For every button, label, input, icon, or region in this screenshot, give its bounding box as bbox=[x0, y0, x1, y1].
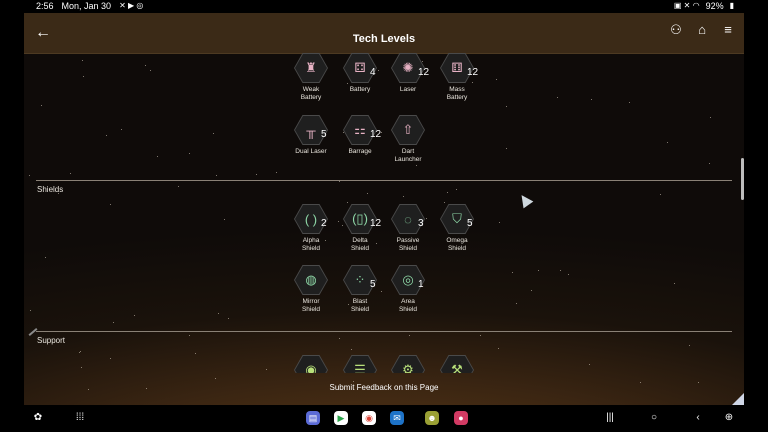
system-status-bar: 2:56 Mon, Jan 30 ✕ ▶ ◎ ▣ ✕ ◠ 92% ▮ bbox=[0, 0, 768, 13]
tech-tile[interactable]: ⚅ 12 Mass Battery bbox=[427, 53, 487, 102]
battery-icon: ▮ bbox=[729, 1, 734, 10]
support-tech-icon: ⚙ bbox=[402, 362, 414, 373]
system-nav-bar: ✿ ⁞⁞⁞ ▤ ▶ ◉ ✉ ☻ ● ||| ○ ‹ ⊕ bbox=[0, 405, 768, 432]
tech-level-count: 12 bbox=[467, 67, 479, 78]
date: Mon, Jan 30 bbox=[61, 1, 112, 11]
tech-level-count: 3 bbox=[418, 218, 424, 229]
app-icon-1[interactable]: ▤ bbox=[306, 411, 320, 425]
section-divider bbox=[36, 180, 732, 181]
section-divider bbox=[36, 331, 732, 332]
screen-recorder-icon[interactable]: ● bbox=[454, 411, 468, 425]
tech-name: Mass Battery bbox=[446, 86, 468, 101]
page-title: Tech Levels bbox=[352, 33, 416, 45]
battery-level: 92% bbox=[705, 1, 724, 11]
tech-level-count: 5 bbox=[467, 218, 473, 229]
back-button-icon[interactable]: ‹ bbox=[691, 411, 705, 425]
dart-launcher-icon: ⇧ bbox=[402, 122, 414, 137]
tech-level-count: 4 bbox=[370, 67, 376, 78]
recent-apps-icon[interactable]: ||| bbox=[603, 411, 617, 425]
tech-level-count: 1 bbox=[418, 279, 424, 290]
menu-icon[interactable]: ≡ bbox=[720, 22, 736, 38]
tech-levels-content: ♜ Weak Battery ⚃ 4 Battery ✺ 12 Laser ⚅ … bbox=[24, 53, 744, 405]
scrollbar-thumb[interactable] bbox=[741, 158, 744, 200]
system-icons: ▣ ✕ ◠ bbox=[673, 1, 700, 10]
feedback-link[interactable]: Submit Feedback on this Page bbox=[24, 383, 744, 392]
chrome-icon[interactable]: ◉ bbox=[362, 411, 376, 425]
game-app-icon[interactable]: ☻ bbox=[425, 411, 439, 425]
tech-level-count: 5 bbox=[321, 129, 327, 140]
tech-name: Dart Launcher bbox=[394, 148, 422, 163]
support-tech-icon: ☰ bbox=[354, 362, 366, 373]
section-title-shields: Shields bbox=[37, 185, 64, 194]
tech-level-count: 5 bbox=[370, 279, 376, 290]
app-bar: ← Tech Levels ⚇ ⌂ ≡ bbox=[24, 13, 744, 54]
outlook-icon[interactable]: ✉ bbox=[390, 411, 404, 425]
clock: 2:56 bbox=[36, 1, 54, 11]
notification-icons: ✕ ▶ ◎ bbox=[119, 1, 144, 10]
tech-tile[interactable]: ◎ 1 Area Shield bbox=[378, 265, 438, 314]
account-icon[interactable]: ⚇ bbox=[668, 22, 684, 38]
accessibility-icon[interactable]: ⊕ bbox=[722, 411, 736, 425]
tech-tile[interactable]: ⚒ bbox=[427, 355, 487, 373]
mirror-shield-icon: ◍ bbox=[305, 272, 317, 287]
support-tech-icon: ◉ bbox=[305, 362, 317, 373]
apps-edge-icon[interactable]: ✿ bbox=[31, 411, 45, 425]
mouse-cursor-icon bbox=[516, 191, 534, 209]
home-button-icon[interactable]: ○ bbox=[647, 411, 661, 425]
tech-name: Area Shield bbox=[398, 298, 418, 313]
edge-handle-icon[interactable] bbox=[28, 328, 38, 336]
home-icon[interactable]: ⌂ bbox=[694, 22, 710, 38]
app-window: ← Tech Levels ⚇ ⌂ ≡ ♜ Weak Battery ⚃ 4 B… bbox=[24, 13, 744, 405]
tech-tile[interactable]: ⇧ Dart Launcher bbox=[378, 115, 438, 164]
section-title-support: Support bbox=[37, 336, 66, 345]
wrench-icon: ⚒ bbox=[451, 362, 463, 373]
tech-level-count: 2 bbox=[321, 218, 327, 229]
weak-battery-icon: ♜ bbox=[305, 60, 317, 75]
play-store-icon[interactable]: ▶ bbox=[334, 411, 348, 425]
tech-name: Omega Shield bbox=[446, 237, 468, 252]
app-drawer-icon[interactable]: ⁞⁞⁞ bbox=[73, 411, 87, 425]
tech-tile[interactable]: ⛉ 5 Omega Shield bbox=[427, 204, 487, 253]
